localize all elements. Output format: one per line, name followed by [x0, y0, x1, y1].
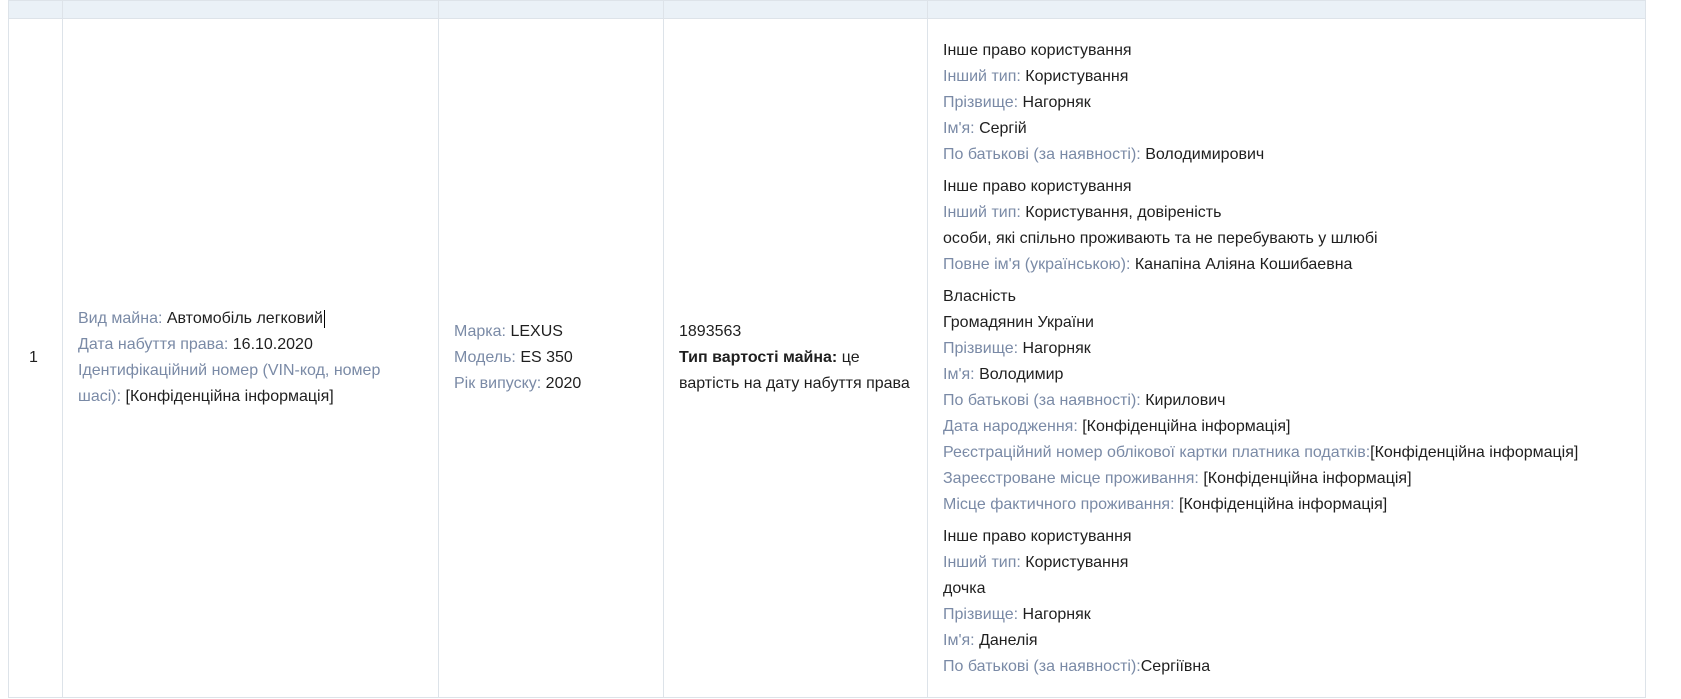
- right-title: Інше право користування: [943, 178, 1132, 195]
- cost-value: 1893563: [679, 323, 742, 340]
- actual-address-label: Місце фактичного проживання:: [943, 496, 1175, 513]
- surname-label: Прізвище:: [943, 606, 1019, 623]
- relation-text: дочка: [943, 580, 986, 597]
- fullname-label: Повне ім'я (українською):: [943, 256, 1131, 273]
- header-cell: [927, 0, 1646, 19]
- name-value: Володимир: [979, 366, 1064, 383]
- property-cell: Вид майна: Автомобіль легковий Дата набу…: [62, 18, 439, 698]
- row-number: 1: [8, 18, 63, 698]
- right-block: Інше право користування Інший тип: Корис…: [943, 174, 1630, 278]
- cost-type-label: Тип вартості майна:: [679, 349, 838, 366]
- name-label: Ім'я:: [943, 120, 975, 137]
- text-cursor: [323, 309, 325, 328]
- declaration-table-wrapper: 1 Вид майна: Автомобіль легковий Дата на…: [8, 0, 1646, 698]
- name-label: Ім'я:: [943, 366, 975, 383]
- header-cell: [62, 0, 439, 19]
- brand-label: Марка:: [454, 323, 506, 340]
- name-label: Ім'я:: [943, 632, 975, 649]
- right-block: Власність Громадянин України Прізвище: Н…: [943, 284, 1630, 518]
- patronymic-label: По батькові (за наявності):: [943, 146, 1141, 163]
- surname-value: Нагорняк: [1022, 340, 1091, 357]
- right-block: Інше право користування Інший тип: Корис…: [943, 524, 1630, 680]
- tax-number-label: Реєстраційний номер облікової картки пла…: [943, 444, 1371, 461]
- header-cell: [663, 0, 928, 19]
- right-title: Інше право користування: [943, 528, 1132, 545]
- table-header-row: [8, 0, 1646, 19]
- model-label: Модель:: [454, 349, 516, 366]
- acquisition-date-label: Дата набуття права:: [78, 336, 229, 353]
- fullname-value: Канапіна Аліяна Кошибаевна: [1134, 256, 1353, 273]
- registered-address-value: [Конфіденційна інформація]: [1203, 470, 1412, 487]
- model-value: ES 350: [520, 349, 573, 366]
- actual-address-value: [Конфіденційна інформація]: [1179, 496, 1388, 513]
- patronymic-label: По батькові (за наявності):: [943, 392, 1141, 409]
- header-cell: [438, 0, 664, 19]
- patronymic-value: Сергіївна: [1140, 658, 1211, 675]
- brand-value: LEXUS: [510, 323, 563, 340]
- surname-label: Прізвище:: [943, 340, 1019, 357]
- property-table: 1 Вид майна: Автомобіль легковий Дата на…: [8, 0, 1646, 698]
- rights-cell: Інше право користування Інший тип: Корис…: [927, 18, 1646, 698]
- right-title: Інше право користування: [943, 42, 1132, 59]
- other-type-label: Інший тип:: [943, 68, 1021, 85]
- vin-value: [Конфіденційна інформація]: [125, 388, 334, 405]
- surname-value: Нагорняк: [1022, 94, 1091, 111]
- other-type-value: Користування, довіреність: [1025, 204, 1222, 221]
- patronymic-value: Володимирович: [1145, 146, 1265, 163]
- cost-cell: 1893563 Тип вартості майна: це вартість …: [663, 18, 928, 698]
- birth-date-value: [Конфіденційна інформація]: [1082, 418, 1291, 435]
- other-type-label: Інший тип:: [943, 554, 1021, 571]
- acquisition-date-value: 16.10.2020: [232, 336, 313, 353]
- vehicle-cell: Марка: LEXUS Модель: ES 350 Рік випуску:…: [438, 18, 664, 698]
- patronymic-label: По батькові (за наявності):: [943, 658, 1141, 675]
- other-type-label: Інший тип:: [943, 204, 1021, 221]
- citizenship-text: Громадянин України: [943, 314, 1094, 331]
- right-block: Інше право користування Інший тип: Корис…: [943, 38, 1630, 168]
- registered-address-label: Зареєстроване місце проживання:: [943, 470, 1199, 487]
- patronymic-value: Кирилович: [1145, 392, 1226, 409]
- other-type-value: Користування: [1025, 68, 1129, 85]
- birth-date-label: Дата народження:: [943, 418, 1078, 435]
- name-value: Сергій: [979, 120, 1027, 137]
- year-label: Рік випуску:: [454, 375, 542, 392]
- property-type-label: Вид майна:: [78, 310, 163, 327]
- right-title: Власність: [943, 288, 1016, 305]
- other-type-value: Користування: [1025, 554, 1129, 571]
- tax-number-value: [Конфіденційна інформація]: [1370, 444, 1579, 461]
- relation-text: особи, які спільно проживають та не пере…: [943, 230, 1378, 247]
- property-type-value: Автомобіль легковий: [166, 310, 323, 327]
- year-value: 2020: [545, 375, 582, 392]
- name-value: Данелія: [979, 632, 1038, 649]
- table-row: 1 Вид майна: Автомобіль легковий Дата на…: [8, 18, 1646, 698]
- surname-value: Нагорняк: [1022, 606, 1091, 623]
- surname-label: Прізвище:: [943, 94, 1019, 111]
- header-cell: [8, 0, 63, 19]
